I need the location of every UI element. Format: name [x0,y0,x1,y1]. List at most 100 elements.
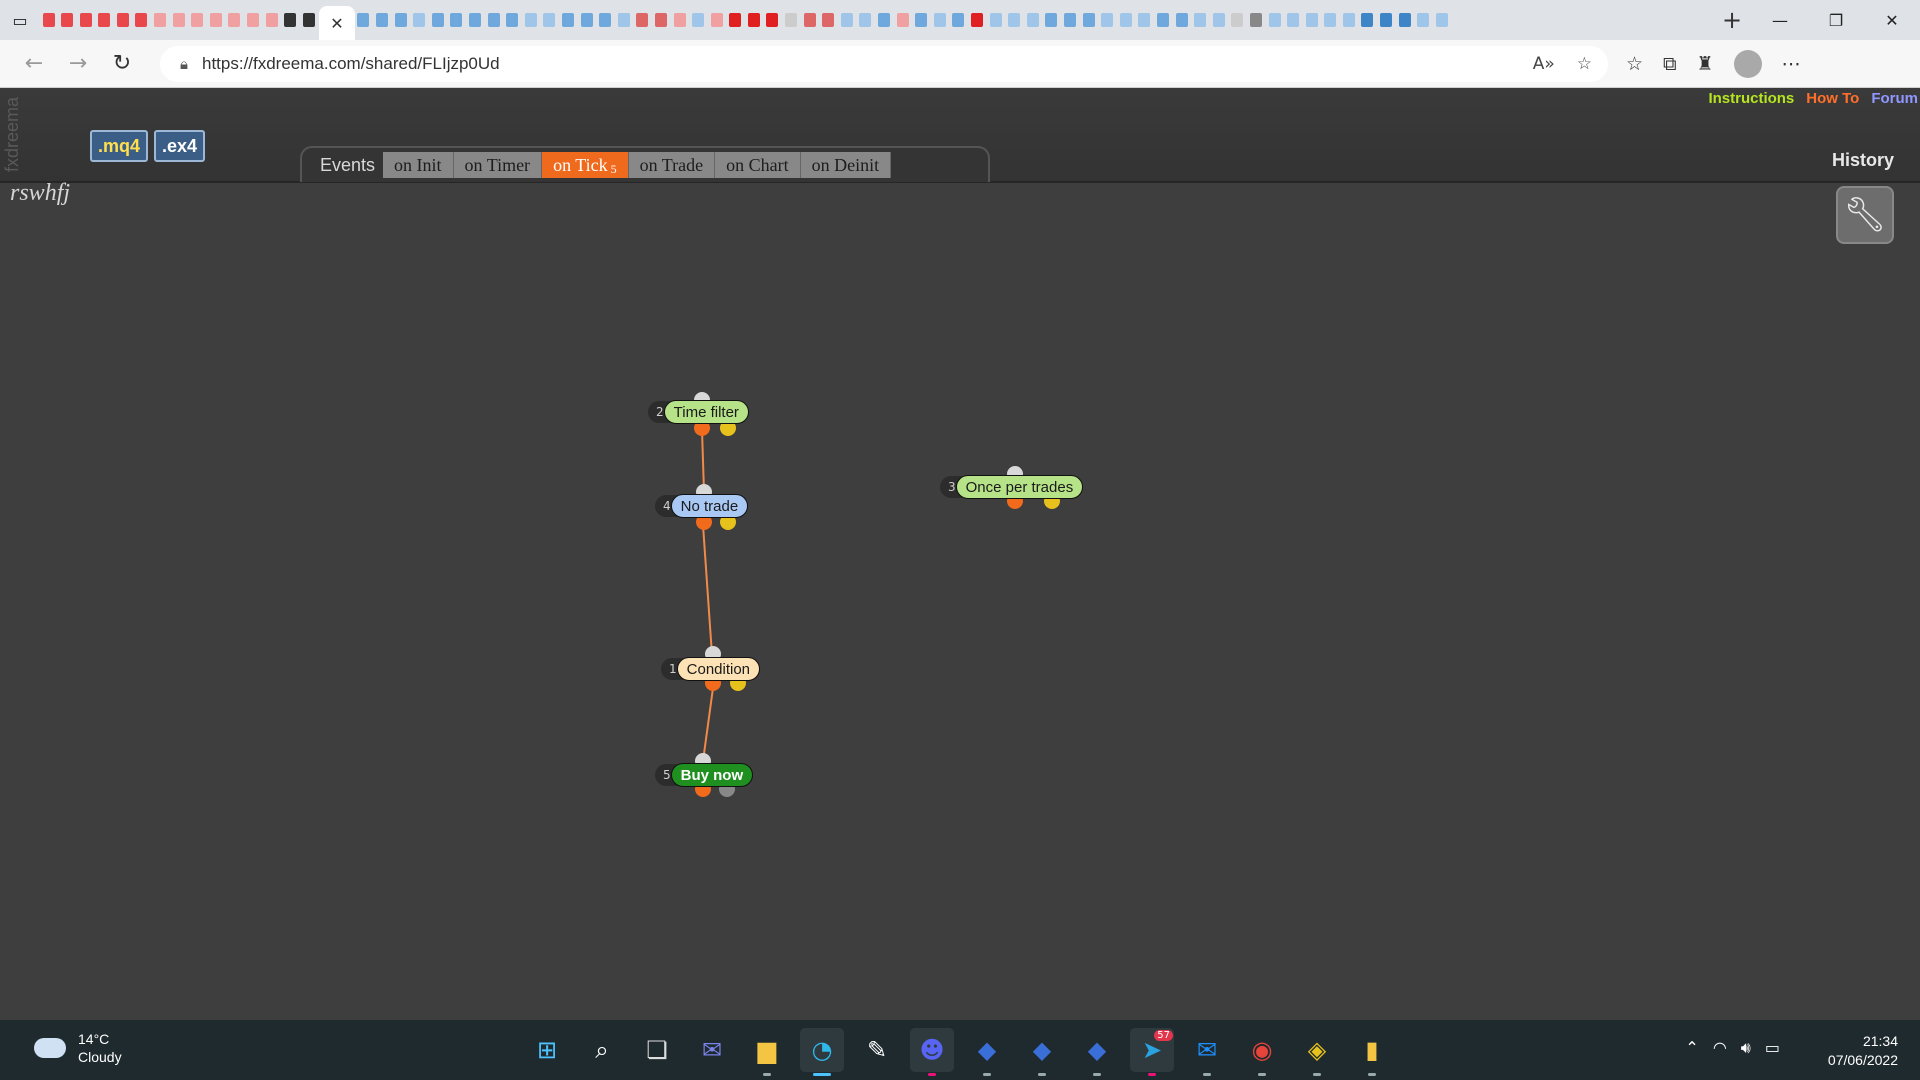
browser-tab[interactable] [801,9,818,31]
browser-tab[interactable] [504,9,521,31]
url-field[interactable]: 🔒︎ https://fxdreema.com/shared/FLIjzp0Ud… [160,45,1608,82]
browser-tab[interactable] [541,9,558,31]
collections-icon[interactable]: ⧉ [1663,53,1677,75]
browser-tab[interactable] [969,9,986,31]
browser-tab[interactable] [838,9,855,31]
browser-tab[interactable] [374,9,391,31]
browser-tab[interactable] [133,9,150,31]
browser-tab[interactable] [1136,9,1153,31]
mail-icon[interactable]: ✉ [1185,1028,1229,1076]
browser-tab[interactable] [1266,9,1283,31]
browser-tab[interactable] [1117,9,1134,31]
browser-tab[interactable] [745,9,762,31]
block-no-trade[interactable]: 4 No trade [655,494,749,518]
notepad-icon[interactable]: ✎ [855,1028,899,1072]
browser-tab[interactable] [1396,9,1413,31]
browser-tab[interactable] [597,9,614,31]
browser-tab[interactable] [1303,9,1320,31]
task-view-icon[interactable]: ❏ [635,1028,679,1072]
read-aloud-icon[interactable]: A» [1533,54,1555,74]
telegram-icon[interactable]: ➤ 57 [1130,1028,1174,1076]
browser-tab[interactable] [170,9,187,31]
browser-tab[interactable] [783,9,800,31]
browser-tab[interactable] [708,9,725,31]
teams-chat-icon[interactable]: ✉ [690,1028,734,1072]
browser-tab[interactable] [671,9,688,31]
weather-widget[interactable]: 14°C Cloudy [34,1030,122,1066]
more-options-icon[interactable]: ⋯ [1782,53,1801,75]
browser-tab[interactable] [114,9,131,31]
browser-tab[interactable] [522,9,539,31]
browser-tab[interactable] [448,9,465,31]
back-icon[interactable]: ← [14,44,54,84]
browser-tab[interactable] [1359,9,1376,31]
browser-tab[interactable] [59,9,76,31]
browser-tab[interactable] [189,9,206,31]
chevron-up-icon[interactable]: ⌃ [1685,1038,1698,1058]
browser-tab[interactable] [282,9,299,31]
close-window-icon[interactable]: ✕ [1864,0,1920,40]
reload-icon[interactable]: ↻ [102,44,142,84]
metatrader-icon[interactable]: ◆ [1020,1028,1064,1076]
browser-tab[interactable] [1061,9,1078,31]
browser-tab[interactable] [1006,9,1023,31]
browser-tab[interactable] [615,9,632,31]
browser-tab[interactable] [690,9,707,31]
browser-tab[interactable] [1229,9,1246,31]
browser-tab[interactable] [1173,9,1190,31]
browser-tab[interactable] [411,9,428,31]
app-icon[interactable]: ◈ [1295,1028,1339,1076]
browser-tab[interactable] [727,9,744,31]
browser-tab[interactable] [1024,9,1041,31]
tab-actions-icon[interactable]: ▭ [0,0,40,40]
browser-tab[interactable] [392,9,409,31]
browser-tab[interactable] [987,9,1004,31]
browser-tab[interactable] [857,9,874,31]
block-once-per-trades[interactable]: 3 Once per trades [940,475,1084,499]
favorites-icon[interactable]: ☆ [1626,53,1643,75]
forward-icon[interactable]: → [58,44,98,84]
browser-tab[interactable] [226,9,243,31]
browser-tab[interactable] [1099,9,1116,31]
browser-tab[interactable] [245,9,262,31]
browser-tab[interactable] [820,9,837,31]
extensions-icon[interactable]: ♜ [1697,53,1714,75]
active-tab-close-icon[interactable]: ✕ [318,6,355,40]
minimize-icon[interactable]: — [1752,0,1808,40]
block-buy-now[interactable]: 5 Buy now [655,763,754,787]
profile-avatar[interactable] [1733,49,1762,78]
edge-icon[interactable]: ◔ [800,1028,844,1076]
start-icon[interactable]: ⊞ [525,1028,569,1072]
add-favorite-icon[interactable]: ☆ [1577,54,1592,74]
browser-tab[interactable] [578,9,595,31]
new-tab-icon[interactable]: + [1712,0,1752,40]
browser-tab[interactable] [355,9,372,31]
browser-tab[interactable] [96,9,113,31]
wifi-icon[interactable]: ◠ [1713,1038,1727,1058]
browser-tab[interactable] [1322,9,1339,31]
block-time-filter[interactable]: 2 Time filter [648,400,749,424]
browser-tab[interactable] [931,9,948,31]
browser-tab[interactable] [300,9,317,31]
browser-tab[interactable] [559,9,576,31]
battery-icon[interactable]: ▭ [1765,1038,1780,1058]
volume-icon[interactable]: 🔊︎ [1741,1038,1751,1058]
browser-tab[interactable] [152,9,169,31]
block-condition[interactable]: 1 Condition [661,657,761,681]
metatrader-icon[interactable]: ◆ [965,1028,1009,1076]
discord-icon[interactable]: ☻ [910,1028,954,1076]
file-explorer-icon[interactable]: ▆ [745,1028,789,1076]
browser-tab[interactable] [876,9,893,31]
browser-tab[interactable] [764,9,781,31]
browser-tab[interactable] [1080,9,1097,31]
browser-tab[interactable] [40,9,57,31]
browser-tab[interactable] [652,9,669,31]
browser-tab[interactable] [485,9,502,31]
browser-tab[interactable] [1415,9,1432,31]
restore-icon[interactable]: ❐ [1808,0,1864,40]
sticky-app-icon[interactable]: ▮ [1350,1028,1394,1076]
chrome-icon[interactable]: ◉ [1240,1028,1284,1076]
browser-tab[interactable] [634,9,651,31]
clock[interactable]: 21:34 07/06/2022 [1828,1032,1898,1070]
browser-tab[interactable] [429,9,446,31]
